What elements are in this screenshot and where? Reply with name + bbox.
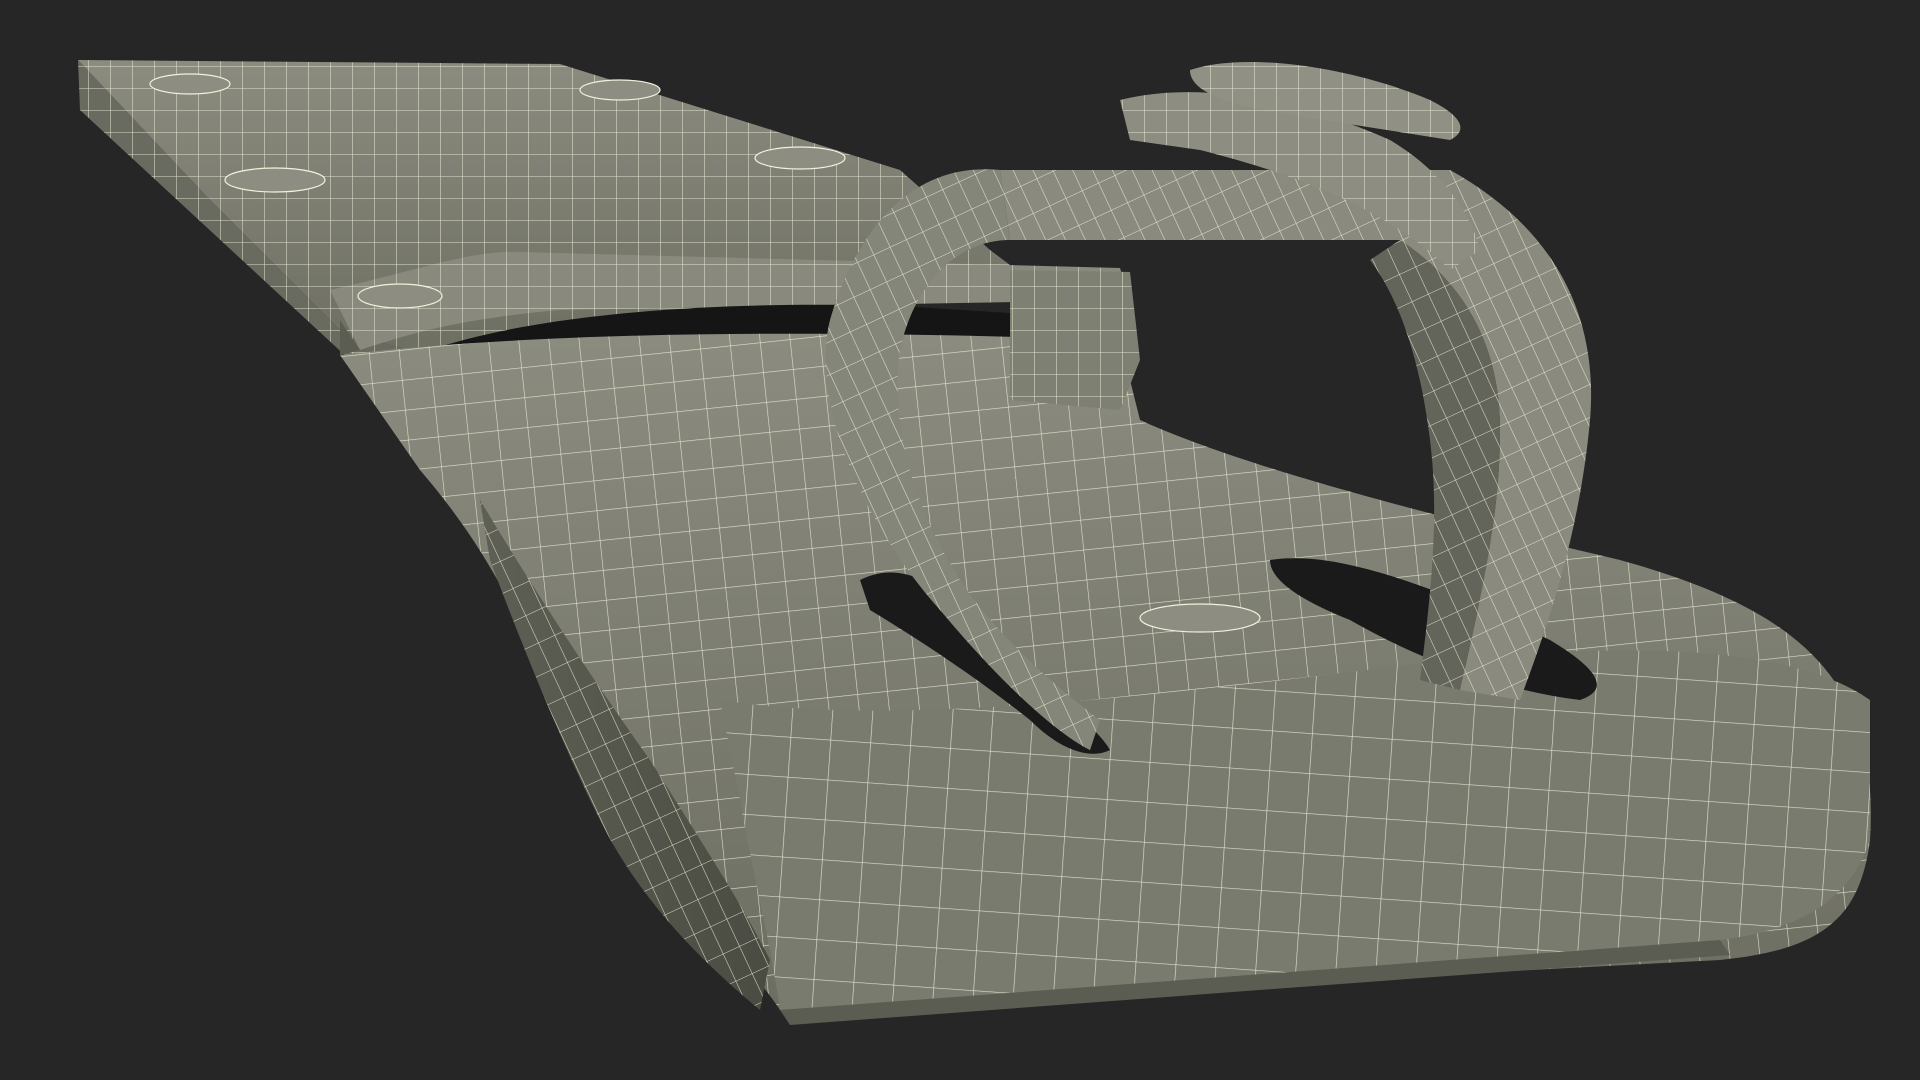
center-block: [1010, 270, 1140, 410]
wireframe-render: [78, 60, 1871, 1025]
